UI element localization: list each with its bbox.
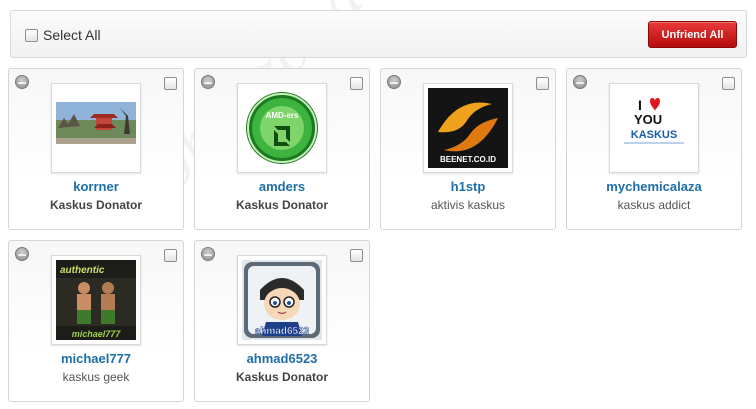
friend-name-link[interactable]: amders bbox=[195, 179, 369, 194]
ahmad-avatar-text: ahmad6523 bbox=[255, 326, 310, 337]
avatar[interactable] bbox=[51, 83, 141, 173]
wrestlers-image: authentic michael777 bbox=[56, 260, 136, 340]
friend-title: aktivis kaskus bbox=[430, 198, 506, 212]
friend-card: authentic michael777 michael777 kaskus g… bbox=[8, 240, 184, 402]
beenet-logo-text: BEENET.CO.ID bbox=[440, 155, 496, 164]
friends-toolbar: Select All Unfriend All bbox=[10, 10, 747, 58]
love-text-i: I bbox=[638, 97, 642, 113]
avatar[interactable]: BEENET.CO.ID bbox=[423, 83, 513, 173]
love-text-you: YOU bbox=[634, 112, 662, 127]
friend-name-link[interactable]: ahmad6523 bbox=[195, 351, 369, 366]
offline-status-icon bbox=[573, 75, 587, 89]
kaskus-logo-text: KASKUS bbox=[631, 129, 677, 141]
select-all-label: Select All bbox=[43, 27, 101, 43]
temple-photo-image bbox=[56, 88, 136, 168]
wrestlers-text-top: authentic bbox=[60, 265, 105, 276]
select-all-control[interactable]: Select All bbox=[25, 27, 101, 43]
friend-select-checkbox[interactable] bbox=[164, 249, 177, 262]
friend-name-link[interactable]: h1stp bbox=[381, 179, 555, 194]
cartoon-detective-image: ahmad6523 bbox=[242, 260, 322, 340]
friend-title: Kaskus Donator bbox=[235, 370, 329, 384]
friend-select-checkbox[interactable] bbox=[350, 77, 363, 90]
avatar[interactable]: ahmad6523 bbox=[237, 255, 327, 345]
avatar[interactable]: I YOU KASKUS bbox=[609, 83, 699, 173]
friend-select-checkbox[interactable] bbox=[536, 77, 549, 90]
friend-title: kaskus addict bbox=[617, 198, 691, 212]
friend-card: BEENET.CO.ID h1stp aktivis kaskus bbox=[380, 68, 556, 230]
friend-card: I YOU KASKUS mychemicalaza kaskus addict bbox=[566, 68, 742, 230]
friend-select-checkbox[interactable] bbox=[164, 77, 177, 90]
friend-name-link[interactable]: mychemicalaza bbox=[567, 179, 741, 194]
friend-card: korrner Kaskus Donator bbox=[8, 68, 184, 230]
amd-logo-text: AMD-ers bbox=[266, 111, 299, 120]
offline-status-icon bbox=[201, 75, 215, 89]
offline-status-icon bbox=[15, 75, 29, 89]
offline-status-icon bbox=[201, 247, 215, 261]
friend-title: Kaskus Donator bbox=[49, 198, 143, 212]
select-all-checkbox[interactable] bbox=[25, 28, 38, 42]
friend-title: Kaskus Donator bbox=[235, 198, 329, 212]
friend-name-link[interactable]: michael777 bbox=[9, 351, 183, 366]
friend-card: ahmad6523 ahmad6523 Kaskus Donator bbox=[194, 240, 370, 402]
friend-select-checkbox[interactable] bbox=[722, 77, 735, 90]
offline-status-icon bbox=[387, 75, 401, 89]
offline-status-icon bbox=[15, 247, 29, 261]
i-love-kaskus-image: I YOU KASKUS bbox=[614, 88, 694, 168]
friend-select-checkbox[interactable] bbox=[350, 249, 363, 262]
amd-logo-image: AMD-ers bbox=[242, 88, 322, 168]
avatar[interactable]: AMD-ers bbox=[237, 83, 327, 173]
wrestlers-text-bottom: michael777 bbox=[72, 329, 122, 339]
beenet-logo-image: BEENET.CO.ID bbox=[428, 88, 508, 168]
unfriend-all-button[interactable]: Unfriend All bbox=[648, 21, 737, 48]
friend-title: kaskus geek bbox=[62, 370, 130, 384]
friend-card: AMD-ers amders Kaskus Donator bbox=[194, 68, 370, 230]
friend-name-link[interactable]: korrner bbox=[9, 179, 183, 194]
avatar[interactable]: authentic michael777 bbox=[51, 255, 141, 345]
